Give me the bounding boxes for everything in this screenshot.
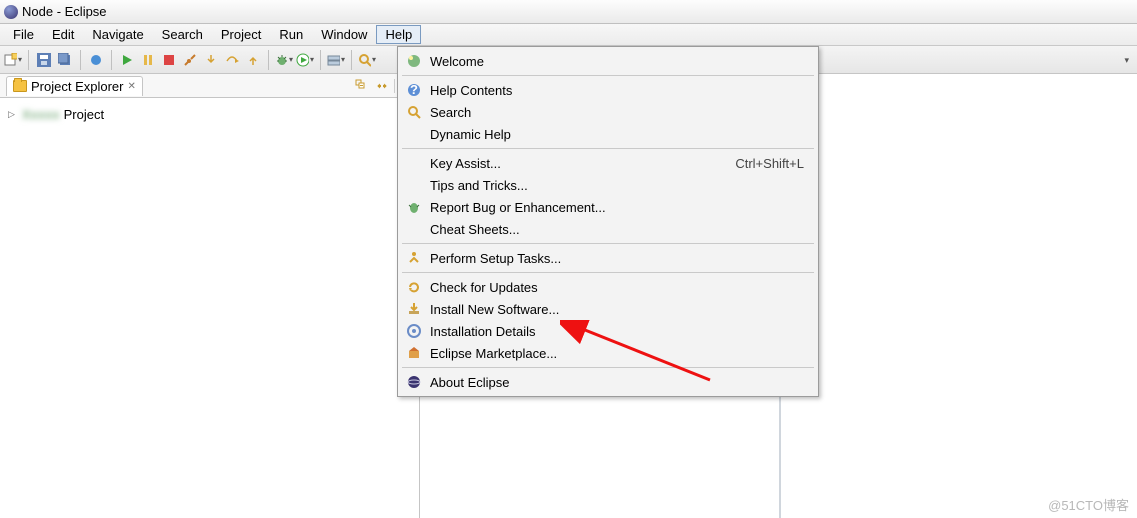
- svg-text:?: ?: [410, 82, 418, 97]
- menu-separator: [402, 75, 814, 76]
- view-tab-bar: Project Explorer ✕: [0, 74, 419, 98]
- bug-icon: [406, 199, 422, 215]
- folder-icon: [13, 80, 27, 92]
- help-menu-dropdown: Welcome? Help Contents Search Dynamic Help K…: [397, 46, 819, 397]
- menu-item-label: Perform Setup Tasks...: [430, 251, 816, 266]
- menu-item-check-for-updates[interactable]: Check for Updates: [400, 276, 816, 298]
- menu-item-label: Check for Updates: [430, 280, 816, 295]
- search-toolbar-button[interactable]: [358, 51, 376, 69]
- blank-icon: [406, 221, 422, 237]
- menu-item-search[interactable]: Search: [400, 101, 816, 123]
- menu-item-label: Key Assist...: [430, 156, 727, 171]
- save-button[interactable]: [35, 51, 53, 69]
- menu-run[interactable]: Run: [270, 25, 312, 44]
- search-icon: [406, 104, 422, 120]
- menu-separator: [402, 367, 814, 368]
- save-all-button[interactable]: [56, 51, 74, 69]
- menu-item-label: Eclipse Marketplace...: [430, 346, 816, 361]
- help-icon: ?: [406, 82, 422, 98]
- menu-project[interactable]: Project: [212, 25, 270, 44]
- menu-item-welcome[interactable]: Welcome: [400, 50, 816, 72]
- welcome-icon: [406, 53, 422, 69]
- menu-separator: [402, 243, 814, 244]
- project-name-suffix: Project: [64, 107, 104, 122]
- terminate-button[interactable]: [160, 51, 178, 69]
- menu-window[interactable]: Window: [312, 25, 376, 44]
- menu-item-label: Help Contents: [430, 83, 816, 98]
- project-tree[interactable]: ▷ Xxxxx Project: [0, 98, 419, 130]
- link-editor-button[interactable]: [374, 78, 390, 94]
- menu-item-label: Installation Details: [430, 324, 816, 339]
- tree-item[interactable]: ▷ Xxxxx Project: [8, 104, 411, 124]
- menu-item-installation-details[interactable]: Installation Details: [400, 320, 816, 342]
- menu-item-tips-and-tricks[interactable]: Tips and Tricks...: [400, 174, 816, 196]
- project-name-blurred: Xxxxx: [22, 107, 60, 122]
- menu-item-dynamic-help[interactable]: Dynamic Help: [400, 123, 816, 145]
- resume-button[interactable]: [118, 51, 136, 69]
- updates-icon: [406, 279, 422, 295]
- menu-help[interactable]: Help: [376, 25, 421, 44]
- menu-bar: FileEditNavigateSearchProjectRunWindowHe…: [0, 24, 1137, 46]
- setup-icon: [406, 250, 422, 266]
- details-icon: [406, 323, 422, 339]
- run-button[interactable]: [296, 51, 314, 69]
- suspend-button[interactable]: [139, 51, 157, 69]
- step-return-button[interactable]: [244, 51, 262, 69]
- toggle-breakpoint-button[interactable]: [87, 51, 105, 69]
- new-server-button[interactable]: [327, 51, 345, 69]
- menu-item-key-assist[interactable]: Key Assist... Ctrl+Shift+L: [400, 152, 816, 174]
- market-icon: [406, 345, 422, 361]
- collapse-all-button[interactable]: [354, 78, 370, 94]
- blank-icon: [406, 177, 422, 193]
- title-bar: Node - Eclipse: [0, 0, 1137, 24]
- menu-navigate[interactable]: Navigate: [83, 25, 152, 44]
- project-explorer-tab[interactable]: Project Explorer ✕: [6, 76, 143, 96]
- menu-search[interactable]: Search: [153, 25, 212, 44]
- blank-icon: [406, 126, 422, 142]
- menu-file[interactable]: File: [4, 25, 43, 44]
- menu-item-label: Install New Software...: [430, 302, 816, 317]
- menu-item-label: Tips and Tricks...: [430, 178, 816, 193]
- menu-item-about-eclipse[interactable]: About Eclipse: [400, 371, 816, 393]
- expand-icon[interactable]: ▷: [8, 109, 18, 120]
- blank-icon: [406, 155, 422, 171]
- perspective-switcher[interactable]: ▾: [1124, 46, 1137, 74]
- menu-item-accelerator: Ctrl+Shift+L: [735, 156, 816, 171]
- menu-item-eclipse-marketplace[interactable]: Eclipse Marketplace...: [400, 342, 816, 364]
- menu-separator: [402, 272, 814, 273]
- menu-item-label: Report Bug or Enhancement...: [430, 200, 816, 215]
- menu-item-perform-setup-tasks[interactable]: Perform Setup Tasks...: [400, 247, 816, 269]
- menu-item-label: Dynamic Help: [430, 127, 816, 142]
- menu-item-install-new-software[interactable]: Install New Software...: [400, 298, 816, 320]
- view-title: Project Explorer: [31, 79, 123, 94]
- menu-separator: [402, 148, 814, 149]
- debug-button[interactable]: [275, 51, 293, 69]
- eclipse-icon: [406, 374, 422, 390]
- project-explorer-view: Project Explorer ✕ ▷ Xxxxx Project: [0, 74, 420, 518]
- eclipse-icon: [4, 5, 18, 19]
- window-title: Node - Eclipse: [22, 4, 107, 19]
- new-button[interactable]: [4, 51, 22, 69]
- menu-item-label: About Eclipse: [430, 375, 816, 390]
- menu-item-report-bug-or-enhancement[interactable]: Report Bug or Enhancement...: [400, 196, 816, 218]
- watermark: @51CTO博客: [1048, 495, 1129, 514]
- menu-item-label: Search: [430, 105, 816, 120]
- disconnect-button[interactable]: [181, 51, 199, 69]
- step-into-button[interactable]: [202, 51, 220, 69]
- menu-item-label: Cheat Sheets...: [430, 222, 816, 237]
- menu-item-help-contents[interactable]: ? Help Contents: [400, 79, 816, 101]
- close-icon[interactable]: ✕: [127, 81, 135, 92]
- menu-edit[interactable]: Edit: [43, 25, 83, 44]
- menu-item-cheat-sheets[interactable]: Cheat Sheets...: [400, 218, 816, 240]
- step-over-button[interactable]: [223, 51, 241, 69]
- install-icon: [406, 301, 422, 317]
- menu-item-label: Welcome: [430, 54, 816, 69]
